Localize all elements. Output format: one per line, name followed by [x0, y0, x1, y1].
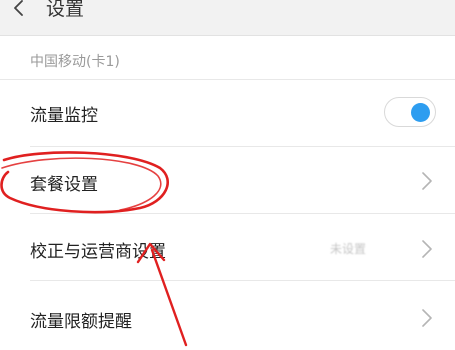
plan-settings-row[interactable]: 套餐设置	[0, 147, 455, 214]
chevron-right-icon	[422, 240, 432, 258]
traffic-monitor-label: 流量监控	[30, 106, 98, 126]
top-bar: 设置	[0, 0, 455, 36]
calibration-status-value: 未设置	[330, 242, 367, 256]
chevron-right-icon	[422, 309, 432, 327]
traffic-limit-reminder-row[interactable]: 流量限额提醒	[0, 281, 455, 348]
traffic-limit-reminder-label: 流量限额提醒	[30, 312, 132, 332]
traffic-monitor-toggle[interactable]	[384, 97, 436, 127]
calibration-carrier-label: 校正与运营商设置	[30, 242, 166, 262]
page-title: 设置	[46, 0, 85, 20]
calibration-carrier-row[interactable]: 校正与运营商设置	[0, 214, 455, 281]
toggle-knob	[411, 103, 430, 122]
plan-settings-label: 套餐设置	[30, 175, 98, 195]
chevron-right-icon	[422, 172, 432, 190]
sim-section-label: 中国移动(卡1)	[30, 54, 120, 70]
back-chevron-icon[interactable]	[10, 0, 28, 18]
